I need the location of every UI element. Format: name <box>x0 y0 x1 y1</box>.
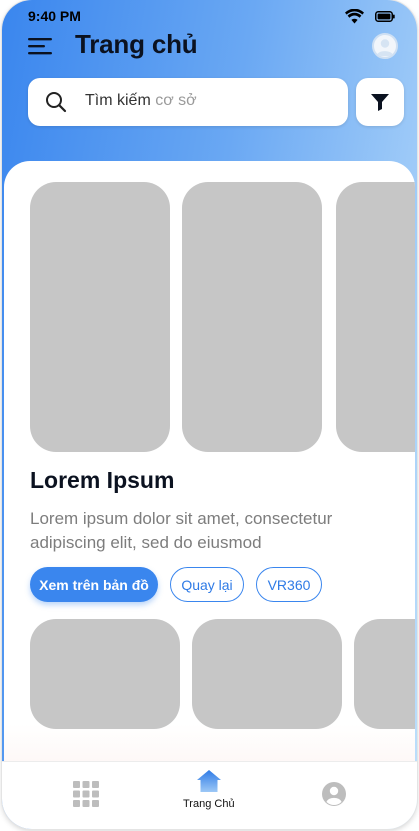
search-input[interactable]: Tìm kiếm cơ sở <box>28 78 348 126</box>
avatar-icon <box>376 39 394 57</box>
search-icon <box>46 92 67 113</box>
vr360-button[interactable]: VR360 <box>256 567 322 602</box>
wifi-icon <box>345 9 364 24</box>
featured-thumbnail[interactable] <box>30 182 170 452</box>
list-thumbnail[interactable] <box>30 619 180 729</box>
search-text: Tìm kiếm cơ sở <box>85 92 197 110</box>
filter-icon <box>371 94 389 111</box>
battery-icon <box>375 11 395 22</box>
nav-label-home: Trang Chủ <box>183 798 235 810</box>
category-title: Lorem Ipsum <box>30 467 175 493</box>
avatar[interactable] <box>372 33 398 59</box>
filter-button[interactable] <box>356 78 404 126</box>
list-thumbnail[interactable] <box>354 619 415 729</box>
profile-icon[interactable] <box>321 781 347 807</box>
featured-thumbnail[interactable] <box>336 182 415 452</box>
page-title: Trang chủ <box>75 29 198 59</box>
back-button[interactable]: Quay lại <box>170 567 244 602</box>
grid-icon[interactable] <box>73 781 99 807</box>
view-on-map-button[interactable]: Xem trên bản đồ <box>30 567 158 602</box>
status-time: 9:40 PM <box>28 8 81 24</box>
main-card: Lorem Ipsum Lorem ipsum dolor sit amet, … <box>4 161 415 801</box>
status-bar: 9:40 PM <box>2 0 417 32</box>
featured-thumbnail[interactable] <box>182 182 322 452</box>
bottom-nav: Trang Chủ <box>2 761 417 829</box>
search-prefix: Tìm kiếm <box>85 92 151 109</box>
search-placeholder: cơ sở <box>155 92 197 109</box>
list-thumbnail[interactable] <box>192 619 342 729</box>
category-description: Lorem ipsum dolor sit amet, consectetur … <box>30 509 333 552</box>
menu-icon[interactable] <box>28 37 52 55</box>
home-icon <box>197 770 221 792</box>
phone-screen: 9:40 PM Trang chủ Tìm kiếm cơ sở Lorem I… <box>2 0 417 829</box>
